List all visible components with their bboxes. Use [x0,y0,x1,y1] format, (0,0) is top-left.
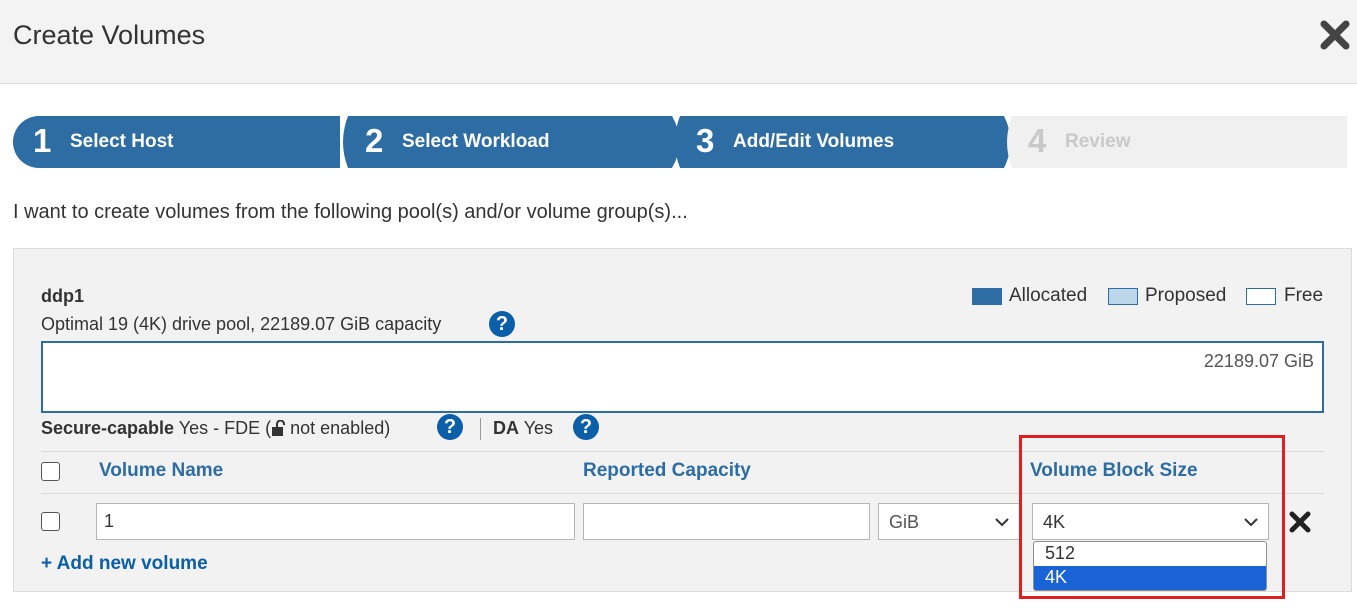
secure-value-prefix: Yes - FDE ( [178,418,272,438]
unlock-icon [271,418,286,438]
add-new-volume-link[interactable]: + Add new volume [41,553,208,575]
secure-capable-row: Secure-capable Yes - FDE ( not enabled) [41,415,390,441]
capacity-value: 22189.07 GiB [1203,351,1314,371]
pool-name: ddp1 [41,286,84,306]
secure-value-suffix: not enabled) [285,418,391,438]
select-value: 4K [1043,512,1066,532]
select-all-checkbox[interactable] [41,462,60,481]
step-label: Select Host [70,131,174,152]
legend-swatch [1108,288,1138,305]
wizard-step-add-edit-volumes[interactable]: 3 Add/Edit Volumes [672,116,1017,168]
divider [41,493,1324,494]
dialog-title: Create Volumes [13,20,206,50]
step-number: 2 [365,122,384,159]
column-header-volume-name[interactable]: Volume Name [99,460,223,482]
dropdown-option-512[interactable]: 512 [1034,542,1266,566]
step-number: 3 [696,122,715,159]
select-value: GiB [889,512,920,532]
block-size-dropdown-list: 512 4K [1033,541,1267,591]
da-help-icon[interactable]: ? [573,414,599,440]
divider [41,451,1324,452]
reported-capacity-input[interactable] [583,503,870,540]
step-label: Review [1065,131,1131,152]
close-icon[interactable] [1318,18,1352,52]
column-header-volume-block-size[interactable]: Volume Block Size [1030,460,1198,482]
da-value: Yes [523,418,554,438]
chevron-down-icon [1244,518,1258,527]
column-header-reported-capacity[interactable]: Reported Capacity [583,460,751,482]
pool-description: Optimal 19 (4K) drive pool, 22189.07 GiB… [41,314,442,334]
legend-label: Allocated [1009,285,1088,306]
wizard-step-select-workload[interactable]: 2 Select Workload [340,116,680,168]
step-label: Select Workload [402,131,550,152]
row-checkbox[interactable] [41,512,60,531]
help-icon[interactable]: ? [489,311,515,337]
legend-proposed: Proposed [1108,285,1238,309]
chevron-down-icon [995,518,1009,527]
dropdown-option-4k[interactable]: 4K [1034,566,1266,590]
secure-help-icon[interactable]: ? [437,414,463,440]
block-size-select[interactable]: 4K [1032,503,1269,540]
divider [480,418,481,440]
legend-label: Free [1284,285,1324,306]
da-label: DA [493,418,519,438]
legend-label: Proposed [1145,285,1227,306]
legend-swatch [1246,288,1276,305]
capacity-unit-select[interactable]: GiB [878,503,1020,540]
intro-text: I want to create volumes from the follow… [13,201,688,223]
secure-label: Secure-capable [41,418,175,438]
volume-name-input[interactable]: 1 [96,503,575,540]
remove-volume-icon[interactable] [1289,511,1311,533]
step-number: 1 [33,122,52,159]
step-label: Add/Edit Volumes [733,131,895,152]
legend-free: Free [1246,285,1336,309]
wizard-steps: 1 Select Host 2 Select Workload 3 Add/Ed… [0,116,1357,168]
capacity-bar: 22189.07 GiB [41,341,1324,413]
legend-swatch [972,288,1002,305]
legend-allocated: Allocated [972,285,1102,309]
wizard-step-select-host[interactable]: 1 Select Host [13,116,353,168]
step-number: 4 [1028,122,1047,159]
da-row: DA Yes [493,415,553,441]
dialog-header: Create Volumes [0,0,1357,84]
wizard-step-review: 4 Review [1004,116,1347,168]
